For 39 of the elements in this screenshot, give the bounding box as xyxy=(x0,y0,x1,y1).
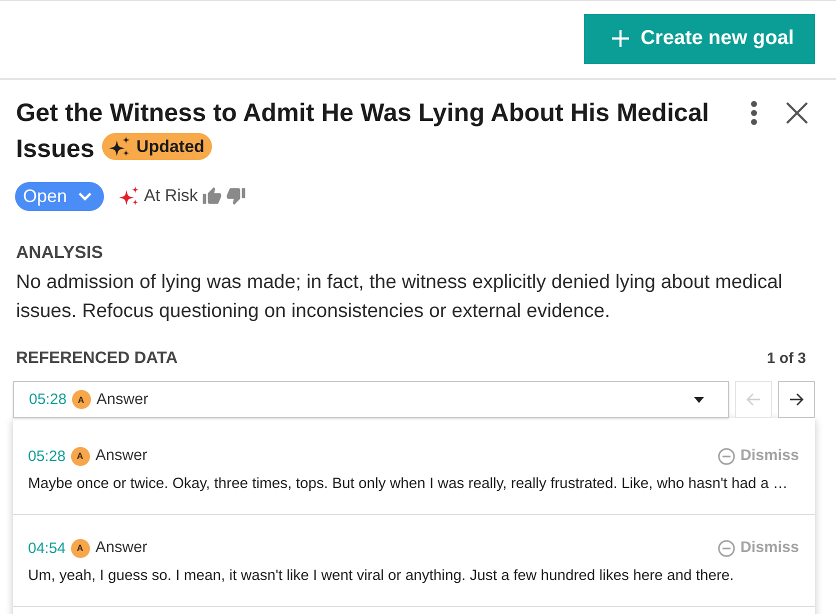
chevron-down-icon xyxy=(78,192,92,200)
transcript-text: Maybe once or twice. Okay, three times, tops. But only when I was really, really frustrated. Like, who hasn't had a … xyxy=(28,475,789,494)
speaker-avatar: A xyxy=(70,538,90,558)
close-icon[interactable] xyxy=(786,102,808,124)
analysis-heading: ANALYSIS xyxy=(16,242,104,263)
status-dropdown[interactable]: Open xyxy=(15,182,104,210)
speaker-label: Answer xyxy=(96,539,148,557)
more-options-icon[interactable] xyxy=(751,101,757,125)
dismiss-button[interactable]: Dismiss xyxy=(718,447,799,465)
page-counter: 1 of 3 xyxy=(766,350,806,367)
arrow-left-icon xyxy=(746,393,761,406)
reference-select[interactable]: 05:28 A Answer xyxy=(13,381,729,418)
thumbs-down-icon[interactable] xyxy=(226,186,246,206)
plus-icon xyxy=(612,30,629,47)
caret-down-icon xyxy=(694,396,704,402)
referenced-data-heading: REFERENCED DATA xyxy=(16,349,178,368)
speaker-label: Answer xyxy=(96,447,148,465)
timestamp: 05:28 xyxy=(28,448,66,464)
sparkle-icon xyxy=(119,186,140,206)
updated-label: Updated xyxy=(136,136,204,156)
reference-item[interactable]: 05:28 A Answer Dismiss Maybe once or twice. Okay, three times, tops. But only when I was really, really frustrated. Like, who hasn't had a … xyxy=(13,423,815,515)
sparkle-icon xyxy=(109,136,130,157)
speaker-avatar: A xyxy=(72,390,91,409)
speaker-label: Answer xyxy=(96,390,148,408)
timestamp: 04:54 xyxy=(28,540,66,556)
reference-item[interactable]: 04:54 A Answer Dismiss Um, yeah, I guess so. I mean, it wasn't like I went viral or anything. Just a few hundred likes here and there. xyxy=(13,515,815,607)
minus-circle-icon xyxy=(718,448,736,464)
arrow-right-icon xyxy=(789,393,804,406)
dismiss-button[interactable]: Dismiss xyxy=(718,539,799,557)
speaker-avatar: A xyxy=(70,446,90,466)
analysis-text: No admission of lying was made; in fact, the witness explicitly denied lying about medical issues. Refocus questioning on inconsistencies or external evidence. xyxy=(16,270,784,324)
thumbs-up-icon[interactable] xyxy=(202,186,222,206)
goal-title: Get the Witness to Admit He Was Lying About His Medical Issues Updated xyxy=(16,98,710,165)
timestamp: 05:28 xyxy=(29,391,67,408)
risk-label: At Risk xyxy=(144,186,198,206)
create-goal-button[interactable]: Create new goal xyxy=(584,14,815,64)
next-button[interactable] xyxy=(778,381,815,418)
minus-circle-icon xyxy=(718,540,736,556)
transcript-text: Um, yeah, I guess so. I mean, it wasn't like I went viral or anything. Just a few hundred likes here and there. xyxy=(28,567,735,586)
